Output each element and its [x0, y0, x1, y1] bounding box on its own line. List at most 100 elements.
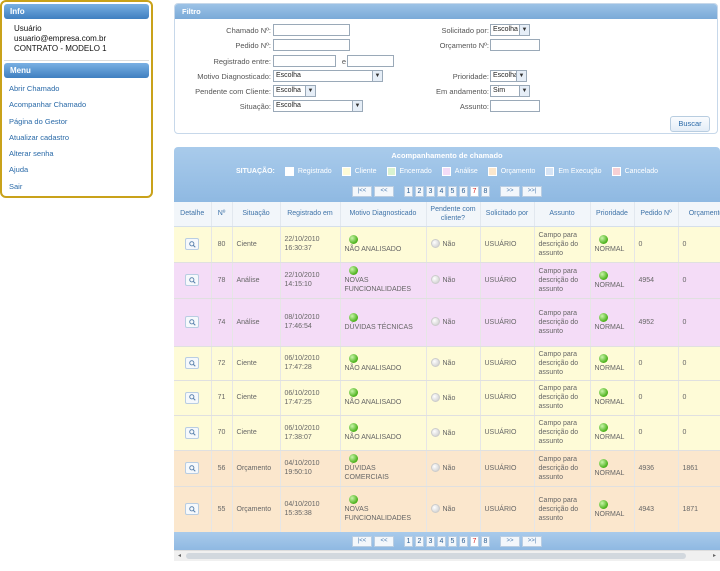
menu-item-alterar-senha[interactable]: Alterar senha	[4, 146, 149, 162]
registrado-start-input[interactable]	[273, 55, 336, 67]
table-row[interactable]: 78 Análise 22/10/2010 14:15:10 NOVAS FUNCION…	[174, 262, 720, 299]
pager-next-button[interactable]: >>	[500, 186, 520, 197]
pager-page-button[interactable]: 3	[426, 186, 435, 197]
prioridade-select[interactable]: Escolha ▼	[490, 70, 527, 82]
status-light-icon	[348, 388, 358, 397]
status-light-icon	[348, 266, 358, 275]
table-row[interactable]: 74 Análise 08/10/2010 17:46:54 DÚVIDAS TÉCNI…	[174, 298, 720, 347]
table-row[interactable]: 71 Ciente 06/10/2010 17:47:25 NÃO ANALISADO N…	[174, 380, 720, 416]
menu-item-acompanhar-chamado[interactable]: Acompanhar Chamado	[4, 97, 149, 113]
pager-page-button[interactable]: 1	[404, 186, 413, 197]
detail-button[interactable]	[185, 426, 200, 439]
pager-last-button[interactable]: >>|	[522, 535, 542, 547]
scroll-left-icon[interactable]: ◂	[174, 551, 185, 561]
pager-page-button[interactable]: 6	[459, 535, 468, 547]
detail-button[interactable]	[185, 462, 200, 474]
pager-prev-button[interactable]: <<	[374, 186, 394, 197]
subject-text: Campo para descrição do assunto	[538, 309, 579, 335]
pending-text: Não	[442, 394, 456, 402]
budget-number: 0	[682, 359, 687, 367]
reason-cell: NÃO ANALISADO	[340, 380, 427, 416]
table-row[interactable]: 72 Ciente 06/10/2010 17:47:28 NÃO ANALISADO N…	[174, 346, 720, 381]
pager-page-button[interactable]: 5	[448, 186, 457, 197]
menu-item-sair[interactable]: Sair	[4, 179, 149, 195]
pager-page-button[interactable]: 1	[404, 535, 413, 547]
pager-page-button[interactable]: 7	[470, 186, 479, 197]
table-row[interactable]: 70 Ciente 06/10/2010 17:38:07 NÃO ANALISADO N…	[174, 415, 720, 451]
scroll-right-icon[interactable]: ▸	[709, 551, 720, 561]
detail-button[interactable]	[185, 357, 200, 369]
table-row[interactable]: 56 Orçamento 04/10/2010 19:50:10 DÚVIDAS COM…	[174, 450, 720, 487]
situacao-select[interactable]: Escolha ▼	[273, 100, 363, 112]
situacao-label: Situação:	[239, 102, 271, 111]
detail-button[interactable]	[185, 316, 200, 328]
subject-text: Campo para descrição do assunto	[538, 420, 579, 445]
ticket-number: 80	[217, 240, 226, 248]
andamento-select[interactable]: Sim ▼	[490, 85, 530, 97]
pager-page-button[interactable]: 7	[470, 535, 479, 547]
registered-date: 06/10/2010	[284, 355, 320, 362]
assunto-input[interactable]	[490, 100, 540, 112]
pager-last-button[interactable]: >>|	[522, 186, 542, 197]
menu-item-abrir-chamado[interactable]: Abrir Chamado	[4, 81, 149, 97]
pager-page-button[interactable]: 2	[415, 186, 424, 197]
order-cell: 4952	[634, 298, 679, 347]
solicitado-select[interactable]: Escolha ▼	[490, 24, 530, 36]
column-header: Solicitado por	[480, 202, 535, 227]
pendente-select[interactable]: Escolha ▼	[273, 85, 316, 97]
ticket-status: Ciente	[236, 240, 257, 248]
detail-button[interactable]	[185, 274, 200, 286]
legend-item-label: Cancelado	[624, 168, 659, 175]
pager-page-button[interactable]: 2	[415, 535, 424, 547]
horizontal-scrollbar[interactable]: ◂ ▸	[174, 550, 720, 561]
registrado-end-input[interactable]	[347, 55, 394, 67]
pager-prev-button[interactable]: <<	[374, 535, 394, 547]
pager-page-button[interactable]: 5	[448, 535, 457, 547]
pager-page-button[interactable]: 6	[459, 186, 468, 197]
priority-cell: NORMAL	[590, 262, 635, 299]
number-cell: 74	[211, 298, 233, 347]
legend-swatch	[611, 167, 621, 176]
pager-first-button[interactable]: |<<	[352, 186, 372, 197]
detail-button[interactable]	[185, 503, 200, 515]
pager-next-button[interactable]: >>	[500, 535, 520, 547]
scrollbar-thumb[interactable]	[186, 553, 686, 559]
menu-item-pagina-gestor[interactable]: Página do Gestor	[4, 114, 149, 130]
pending-text: Não	[442, 276, 456, 284]
chamado-input[interactable]	[273, 24, 350, 36]
registered-cell: 04/10/2010 15:35:38	[280, 486, 341, 533]
menu-item-ajuda[interactable]: Ajuda	[4, 162, 149, 178]
budget-cell: 0	[678, 346, 720, 381]
ticket-number: 78	[217, 276, 226, 284]
orcamento-input[interactable]	[490, 39, 540, 51]
table-row[interactable]: 80 Ciente 22/10/2010 16:30:37 NÃO ANALISADO N…	[174, 226, 720, 263]
budget-cell: 0	[678, 262, 720, 299]
table-row[interactable]: 55 Orçamento 04/10/2010 15:35:38 NOVAS FUNCI…	[174, 486, 720, 533]
menu-item-atualizar-cadastro[interactable]: Atualizar cadastro	[4, 130, 149, 146]
search-button[interactable]: Buscar	[670, 116, 710, 132]
prioridade-label: Prioridade:	[452, 72, 489, 81]
detail-button[interactable]	[185, 238, 200, 250]
order-cell: 4954	[634, 262, 679, 299]
registered-cell: 06/10/2010 17:38:07	[280, 415, 341, 451]
filter-panel: Filtro Chamado Nº: Pedido Nº: Registrado…	[174, 3, 718, 134]
order-cell: 0	[634, 415, 679, 451]
column-header: Orçamento	[678, 202, 720, 227]
pedido-input[interactable]	[273, 39, 350, 51]
pager-page-button[interactable]: 4	[437, 186, 446, 197]
pager-page-button[interactable]: 8	[481, 186, 490, 197]
detail-button[interactable]	[185, 391, 200, 404]
registered-cell: 08/10/2010 17:46:54	[280, 298, 341, 347]
pager-page-button[interactable]: 3	[426, 535, 435, 547]
motivo-select[interactable]: Escolha ▼	[273, 70, 383, 82]
contract-name: CONTRATO - MODELO 1	[14, 44, 107, 53]
pager-first-button[interactable]: |<<	[352, 535, 372, 547]
pager-page-button[interactable]: 4	[437, 535, 446, 547]
priority-text: NORMAL	[594, 323, 625, 331]
solicitado-select-value: Escolha	[493, 26, 518, 33]
requester-cell: USUÁRIO	[480, 298, 535, 347]
pending-text: Não	[442, 359, 456, 367]
pending-cell: Não	[426, 486, 481, 533]
pager-page-button[interactable]: 8	[481, 535, 490, 547]
legend-label: SITUAÇÃO:	[235, 168, 275, 175]
